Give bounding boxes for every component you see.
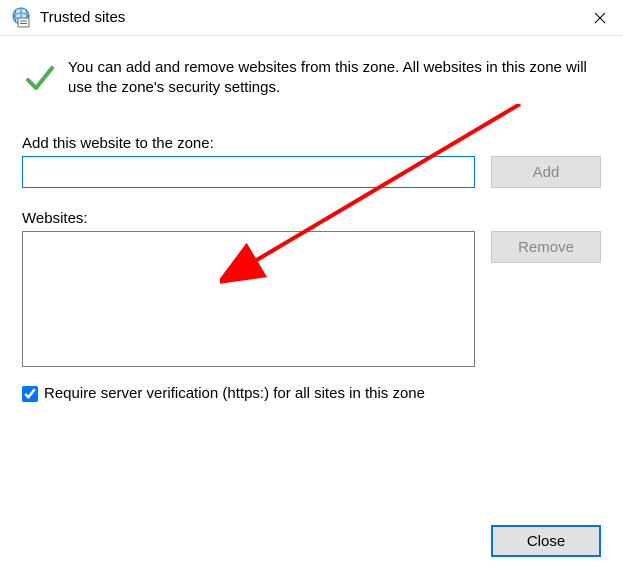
add-website-input[interactable] [22, 156, 475, 188]
dialog-content: You can add and remove websites from thi… [0, 36, 623, 402]
dialog-footer: Close [491, 525, 601, 557]
require-https-checkbox-row[interactable]: Require server verification (https:) for… [22, 385, 601, 402]
info-text: You can add and remove websites from thi… [68, 58, 601, 99]
add-website-label: Add this website to the zone: [22, 135, 601, 152]
require-https-checkbox[interactable] [22, 386, 38, 402]
checkmark-icon [22, 60, 58, 99]
remove-button[interactable]: Remove [491, 231, 601, 263]
dialog-title: Trusted sites [40, 9, 577, 26]
websites-label: Websites: [22, 210, 601, 227]
add-row: Add [22, 156, 601, 188]
globe-list-icon [10, 7, 32, 29]
close-button[interactable]: Close [491, 525, 601, 557]
window-close-button[interactable] [577, 0, 623, 36]
close-icon [594, 12, 606, 24]
info-row: You can add and remove websites from thi… [22, 58, 601, 99]
add-button[interactable]: Add [491, 156, 601, 188]
titlebar: Trusted sites [0, 0, 623, 36]
require-https-label: Require server verification (https:) for… [44, 385, 425, 402]
websites-listbox[interactable] [22, 231, 475, 367]
websites-row: Remove [22, 231, 601, 367]
